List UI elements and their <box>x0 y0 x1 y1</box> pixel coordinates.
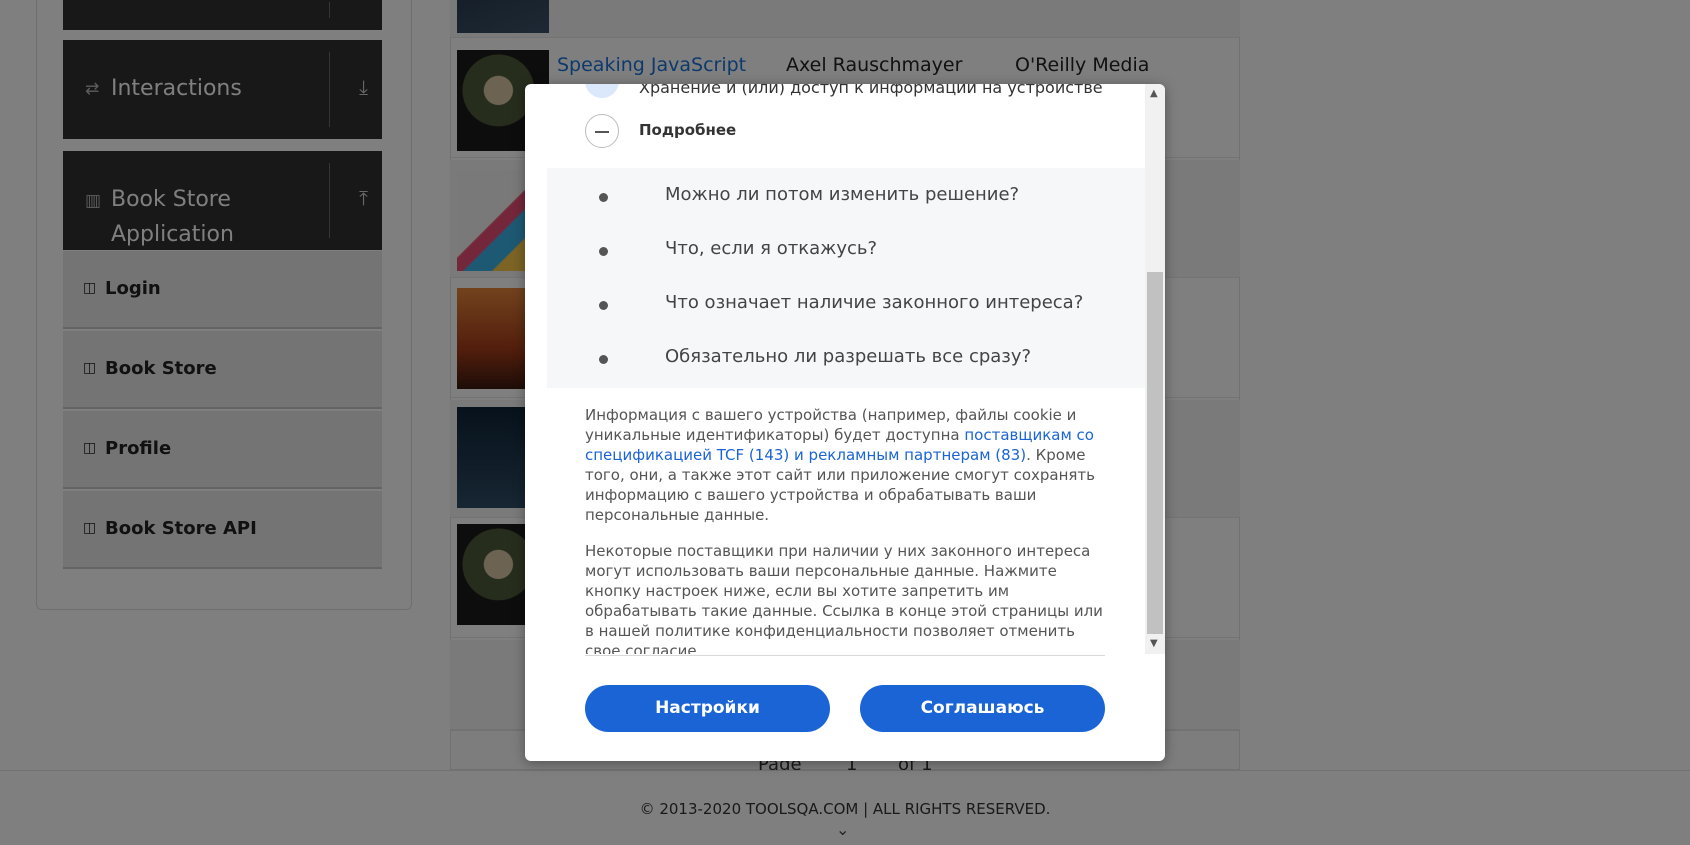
faq-question: Что, если я откажусь? <box>665 238 878 259</box>
purpose-label: Хранение и (или) доступ к информации на … <box>639 84 1103 97</box>
divider <box>585 655 1105 656</box>
faq-question: Обязательно ли разрешать все сразу? <box>665 346 1032 367</box>
faq-item[interactable]: Что, если я откажусь? <box>547 222 1145 276</box>
collapse-toggle-icon[interactable] <box>585 114 619 148</box>
settings-button[interactable]: Настройки <box>585 685 830 732</box>
bullet-icon <box>599 193 608 202</box>
faq-list: Можно ли потом изменить решение? Что, ес… <box>547 168 1145 388</box>
consent-paragraph-2: Некоторые поставщики при наличии у них з… <box>585 542 1103 654</box>
faq-item[interactable]: Что означает наличие законного интереса? <box>547 276 1145 330</box>
consent-paragraph-1: Информация с вашего устройства (например… <box>585 405 1105 525</box>
bullet-icon <box>599 355 608 364</box>
scroll-up-arrow-icon[interactable]: ▲ <box>1150 88 1158 99</box>
agree-button[interactable]: Соглашаюсь <box>860 685 1105 732</box>
consent-dialog: Хранение и (или) доступ к информации на … <box>525 84 1165 761</box>
faq-item[interactable]: Можно ли потом изменить решение? <box>547 168 1145 222</box>
bullet-icon <box>599 247 608 256</box>
bullet-icon <box>599 301 608 310</box>
modal-scrollbar[interactable]: ▲ ▼ <box>1145 84 1165 654</box>
faq-question: Что означает наличие законного интереса? <box>665 292 1084 313</box>
toggle-circle[interactable] <box>585 84 619 98</box>
faq-item[interactable]: Обязательно ли разрешать все сразу? <box>547 330 1145 384</box>
scroll-down-arrow-icon[interactable]: ▼ <box>1150 638 1158 649</box>
faq-question: Можно ли потом изменить решение? <box>665 184 1020 205</box>
scrollbar-thumb[interactable] <box>1147 272 1163 634</box>
details-toggle-label[interactable]: Подробнее <box>639 121 736 139</box>
consent-scroll-area: Хранение и (или) доступ к информации на … <box>525 84 1145 654</box>
